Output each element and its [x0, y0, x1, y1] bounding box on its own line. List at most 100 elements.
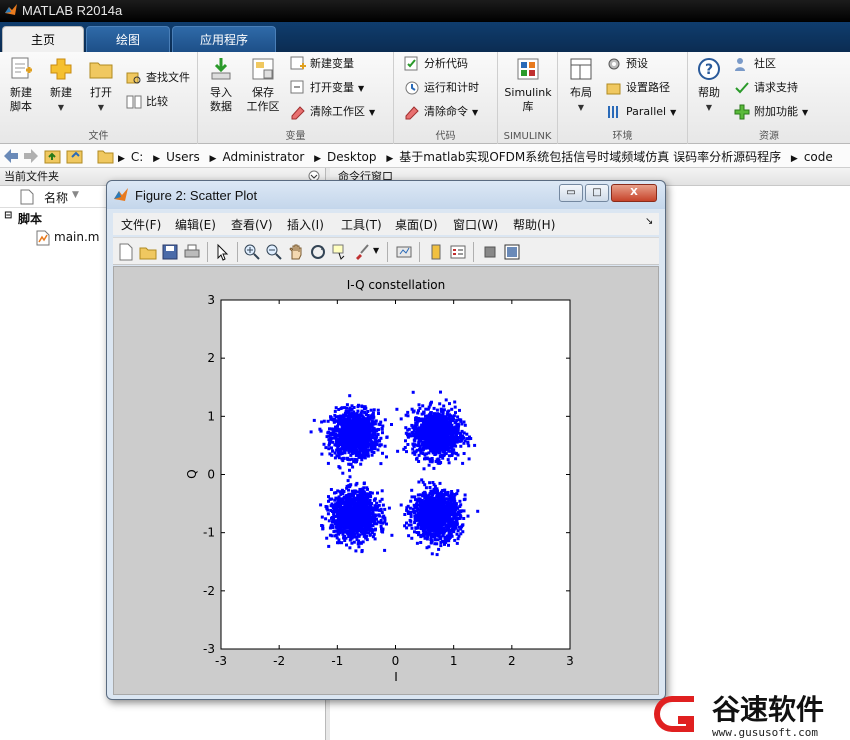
layout-button[interactable]: 布局 ▼: [560, 56, 602, 115]
scatter-point: [439, 527, 443, 531]
zoom-out-icon[interactable]: [265, 243, 283, 261]
ribbon-group-code: 分析代码 运行和计时 清除命令 ▼ 代码: [394, 52, 498, 144]
column-header-name[interactable]: 名称: [44, 189, 68, 206]
open-file-icon[interactable]: [139, 243, 157, 261]
menu-insert[interactable]: 插入(I): [287, 216, 324, 233]
menu-tools[interactable]: 工具(T): [341, 216, 382, 233]
help-button[interactable]: ? 帮助 ▼: [688, 56, 730, 115]
new-variable-button[interactable]: 新建变量: [290, 54, 354, 74]
new-button[interactable]: 新建 ▼: [40, 56, 82, 115]
scatter-point: [327, 544, 331, 548]
scatter-point: [325, 435, 329, 439]
legend-icon[interactable]: [449, 243, 467, 261]
save-icon[interactable]: [161, 243, 179, 261]
menu-window[interactable]: 窗口(W): [453, 216, 498, 233]
tab-home[interactable]: 主页: [2, 26, 84, 52]
back-arrow-icon[interactable]: [2, 147, 20, 165]
new-script-button[interactable]: 新建 脚本: [0, 56, 42, 114]
new-figure-icon[interactable]: [117, 243, 135, 261]
axes-area[interactable]: [220, 299, 571, 650]
clear-workspace-button[interactable]: 清除工作区 ▼: [290, 102, 375, 122]
dock-arrow-icon[interactable]: ↘: [645, 216, 653, 227]
pan-hand-icon[interactable]: [287, 243, 305, 261]
rotate-3d-icon[interactable]: [309, 243, 327, 261]
up-folder-icon[interactable]: [44, 147, 62, 165]
chevron-down-icon[interactable]: ▼: [373, 246, 379, 255]
open-button[interactable]: 打开 ▼: [80, 56, 122, 115]
browse-folder-icon[interactable]: [66, 147, 84, 165]
figure-titlebar[interactable]: Figure 2: Scatter Plot ▭ □ X: [107, 181, 665, 209]
collapse-icon[interactable]: ⊟: [4, 210, 12, 221]
clear-commands-button[interactable]: 清除命令 ▼: [404, 102, 478, 122]
breadcrumb-segment[interactable]: 基于matlab实现OFDM系统包括信号时域频域仿真 误码率分析源码程序: [399, 150, 781, 164]
scatter-point: [340, 529, 344, 532]
scatter-point: [422, 503, 426, 507]
scatter-point: [437, 547, 441, 551]
maximize-button[interactable]: □: [585, 184, 609, 202]
scatter-point: [362, 443, 366, 447]
figure-canvas[interactable]: -3 -2 -1 0 1 2 3 -3 -2 -1 0 1 2 3 I-Q constellation I…: [113, 266, 659, 695]
menu-edit[interactable]: 编辑(E): [175, 216, 216, 233]
scatter-point: [428, 424, 432, 428]
file-name[interactable]: main.m: [54, 230, 100, 244]
forward-arrow-icon[interactable]: [22, 147, 40, 165]
scatter-point: [350, 541, 354, 545]
scatter-point: [427, 502, 430, 506]
close-button[interactable]: X: [611, 184, 657, 202]
print-icon[interactable]: [183, 243, 201, 261]
breadcrumb-segment[interactable]: C:: [131, 150, 143, 164]
scatter-point: [326, 512, 330, 516]
brush-icon[interactable]: [353, 243, 371, 261]
scatter-point: [435, 500, 439, 503]
parallel-button[interactable]: Parallel ▼: [606, 102, 676, 122]
menu-desktop[interactable]: 桌面(D): [395, 216, 438, 233]
open-variable-button[interactable]: 打开变量 ▼: [290, 78, 364, 98]
tab-plots[interactable]: 绘图: [86, 26, 170, 52]
set-path-button[interactable]: 设置路径: [606, 78, 670, 98]
breadcrumb[interactable]: ▶ C: ▶ Users ▶ Administrator ▶ Desktop ▶ 基于ma…: [118, 148, 839, 165]
import-data-button[interactable]: 导入 数据: [200, 56, 242, 114]
menu-file[interactable]: 文件(F): [121, 216, 161, 233]
colorbar-icon[interactable]: [427, 243, 445, 261]
preferences-button[interactable]: 预设: [606, 54, 648, 74]
figure-window[interactable]: Figure 2: Scatter Plot ▭ □ X 文件(F) 编辑(E)…: [106, 180, 666, 700]
hide-plot-tools-icon[interactable]: [481, 243, 499, 261]
pointer-icon[interactable]: [213, 243, 231, 261]
scatter-point: [324, 446, 328, 450]
scatter-point: [357, 545, 361, 549]
simulink-library-button[interactable]: Simulink 库: [502, 56, 554, 114]
scatter-point: [362, 481, 366, 485]
run-and-time-button[interactable]: 运行和计时: [404, 78, 479, 98]
request-support-button[interactable]: 请求支持: [734, 78, 798, 98]
scatter-point: [459, 444, 463, 448]
tab-apps[interactable]: 应用程序: [172, 26, 276, 52]
breadcrumb-segment[interactable]: Administrator: [222, 150, 304, 164]
scatter-point: [411, 442, 415, 446]
analyze-code-button[interactable]: 分析代码: [404, 54, 468, 74]
scatter-point: [344, 445, 348, 449]
community-button[interactable]: 社区: [734, 54, 776, 74]
scatter-point: [355, 437, 359, 441]
menu-view[interactable]: 查看(V): [231, 216, 273, 233]
breadcrumb-segment[interactable]: code: [804, 150, 833, 164]
zoom-in-icon[interactable]: [243, 243, 261, 261]
scatter-plot[interactable]: -3 -2 -1 0 1 2 3-3-2-10123 I-Q constellation I…: [114, 267, 658, 694]
compare-button[interactable]: 比较: [126, 92, 168, 112]
breadcrumb-segment[interactable]: Users: [166, 150, 200, 164]
menu-help[interactable]: 帮助(H): [513, 216, 555, 233]
addons-button[interactable]: 附加功能 ▼: [734, 102, 808, 122]
scatter-point: [341, 471, 345, 475]
find-files-button[interactable]: 查找文件: [126, 68, 190, 88]
link-plot-icon[interactable]: [395, 243, 413, 261]
data-cursor-icon[interactable]: [331, 243, 349, 261]
minimize-button[interactable]: ▭: [559, 184, 583, 202]
show-plot-tools-icon[interactable]: [503, 243, 521, 261]
scatter-point: [326, 461, 330, 465]
scatter-point: [455, 532, 459, 536]
scatter-point: [362, 523, 366, 527]
scatter-point: [390, 533, 394, 537]
scatter-point: [415, 531, 419, 534]
breadcrumb-segment[interactable]: Desktop: [327, 150, 377, 164]
save-workspace-button[interactable]: 保存 工作区: [242, 56, 284, 114]
scatter-point: [355, 531, 359, 535]
